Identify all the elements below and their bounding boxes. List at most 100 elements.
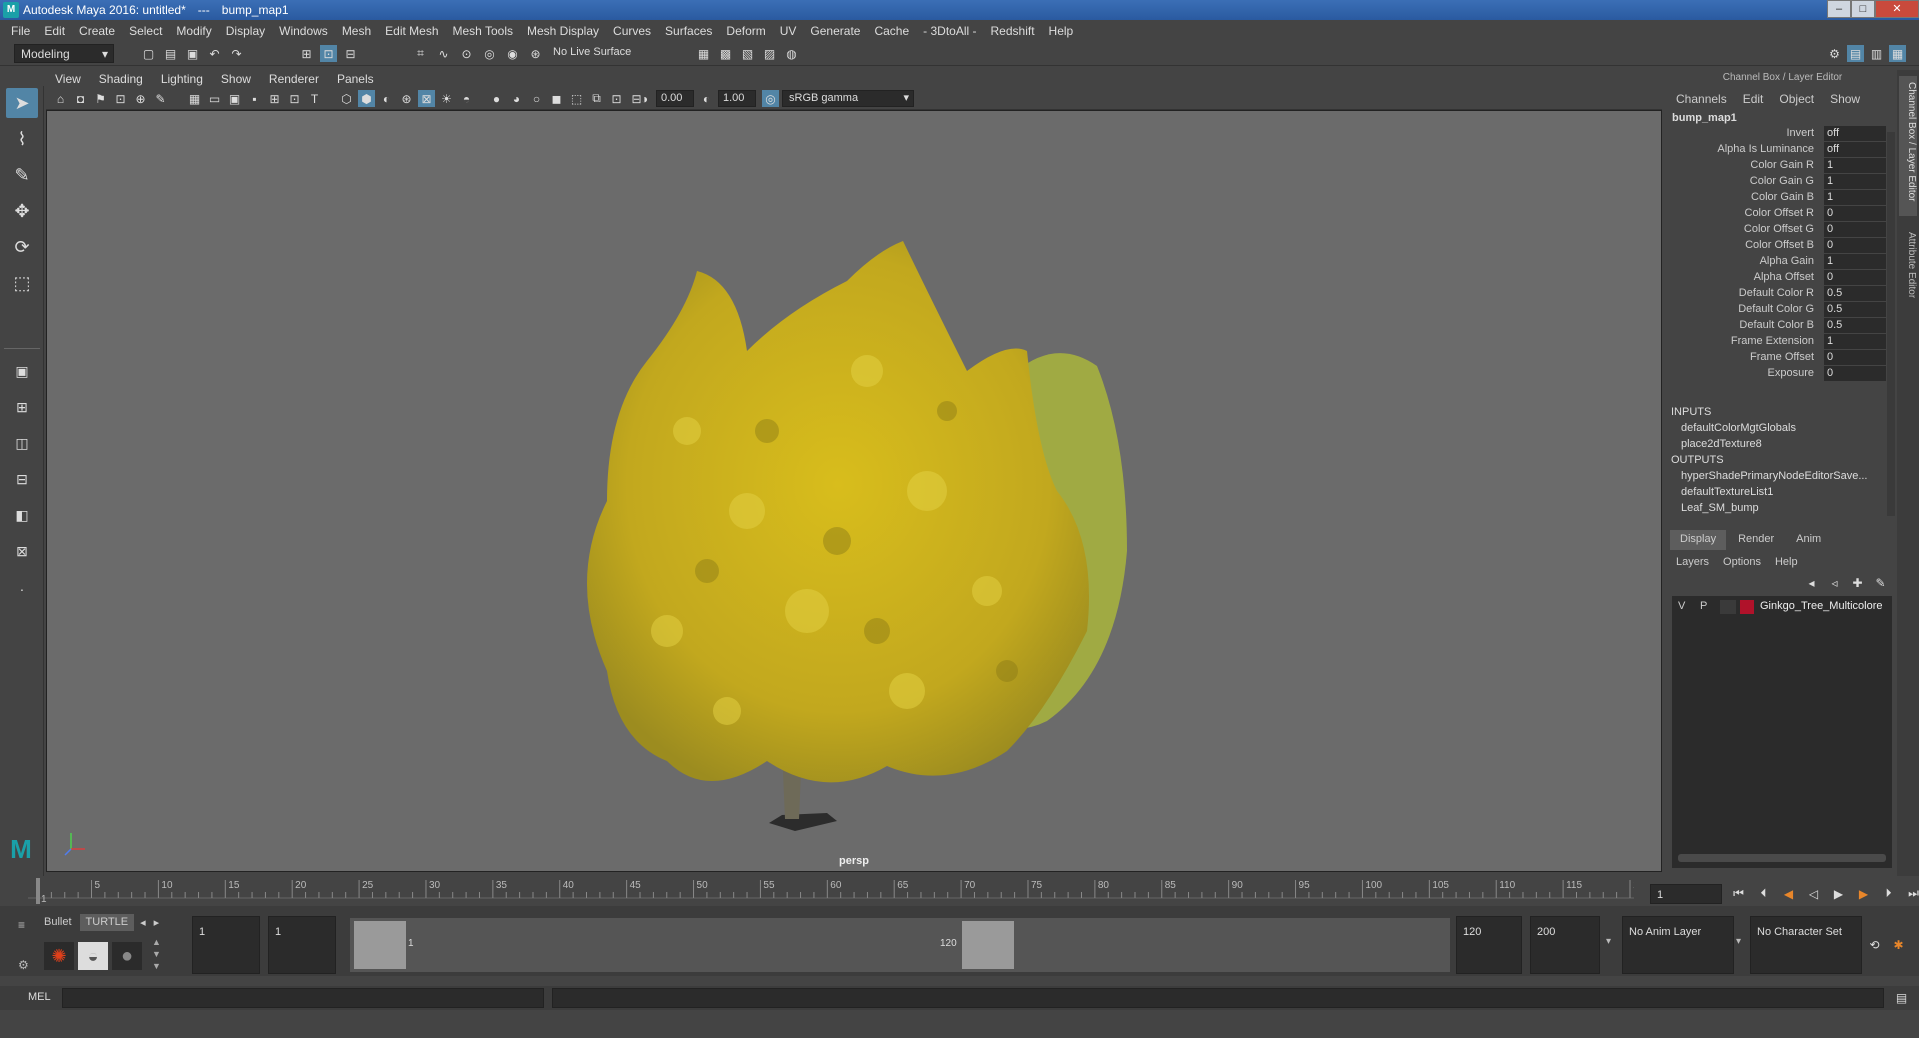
attr-row[interactable]: Exposure 0 bbox=[1672, 366, 1889, 382]
minimize-button[interactable]: – bbox=[1827, 0, 1851, 18]
gate-mask-icon[interactable]: ▪ bbox=[246, 90, 263, 107]
attr-value[interactable]: 1 bbox=[1824, 174, 1886, 189]
maximize-button[interactable]: □ bbox=[1851, 0, 1875, 18]
four-view-layout-icon[interactable]: ⊞ bbox=[6, 392, 38, 422]
resolution-gate-icon[interactable]: ▣ bbox=[226, 90, 243, 107]
anim-layer-field[interactable]: No Anim Layer bbox=[1622, 916, 1734, 974]
attr-value[interactable]: 0 bbox=[1824, 270, 1886, 285]
input-node[interactable]: place2dTexture8 bbox=[1681, 438, 1762, 450]
bookmark-icon[interactable]: ⚑ bbox=[92, 90, 109, 107]
snap-surface-icon[interactable]: ◉ bbox=[504, 45, 521, 62]
menu-display[interactable]: Display bbox=[219, 24, 272, 38]
menu-3dtoall[interactable]: - 3DtoAll - bbox=[916, 24, 983, 38]
attr-value[interactable]: 0.5 bbox=[1824, 286, 1886, 301]
attr-row[interactable]: Default Color G 0.5 bbox=[1672, 302, 1889, 318]
persp-outliner-layout-icon[interactable]: ◫ bbox=[6, 428, 38, 458]
shelf-tab-bullet[interactable]: Bullet bbox=[40, 914, 76, 931]
step-back-key-icon[interactable]: ⏴ bbox=[1755, 885, 1772, 902]
rotate-tool-icon[interactable]: ⟳ bbox=[6, 232, 38, 262]
menu-deform[interactable]: Deform bbox=[719, 24, 772, 38]
step-forward-key-icon[interactable]: ⏵ bbox=[1880, 885, 1897, 902]
open-scene-icon[interactable]: ▤ bbox=[162, 45, 179, 62]
custom-layout-icon[interactable]: · bbox=[6, 574, 38, 604]
attr-row[interactable]: Color Gain G 1 bbox=[1672, 174, 1889, 190]
attr-row[interactable]: Default Color R 0.5 bbox=[1672, 286, 1889, 302]
panel-menu-show[interactable]: Show bbox=[212, 72, 260, 86]
render-view-icon[interactable]: ▦ bbox=[695, 45, 712, 62]
animation-end-field[interactable]: 200 bbox=[1530, 916, 1600, 974]
shelf-tab-prev-icon[interactable]: ◂ bbox=[138, 914, 148, 931]
channel-box-scrollbar[interactable] bbox=[1887, 132, 1895, 516]
menu-edit[interactable]: Edit bbox=[37, 24, 72, 38]
shelf-menu-icon[interactable]: ≡ bbox=[18, 918, 30, 932]
channel-menu-object[interactable]: Object bbox=[1779, 92, 1814, 110]
layer-row[interactable]: V P Ginkgo_Tree_Multicolore bbox=[1672, 598, 1892, 616]
play-forwards-icon[interactable]: ▶ bbox=[1830, 885, 1847, 902]
menu-create[interactable]: Create bbox=[72, 24, 122, 38]
select-object-icon[interactable]: ⊡ bbox=[320, 45, 337, 62]
camera-select-icon[interactable]: ⌂ bbox=[52, 90, 69, 107]
character-set-field[interactable]: No Character Set bbox=[1750, 916, 1862, 974]
menu-windows[interactable]: Windows bbox=[272, 24, 335, 38]
script-editor-icon[interactable]: ▤ bbox=[1893, 989, 1910, 1006]
attr-row[interactable]: Alpha Is Luminance off bbox=[1672, 142, 1889, 158]
select-tool-icon[interactable]: ➤ bbox=[6, 88, 38, 118]
camera-attributes-icon[interactable]: ◘ bbox=[72, 90, 89, 107]
exposure-field[interactable]: 0.00 bbox=[656, 90, 694, 107]
animation-start-field[interactable]: 1 bbox=[192, 916, 260, 974]
play-backwards-icon[interactable]: ◁ bbox=[1805, 885, 1822, 902]
layer-menu-options[interactable]: Options bbox=[1723, 556, 1761, 568]
save-scene-icon[interactable]: ▣ bbox=[184, 45, 201, 62]
turtle-render-icon[interactable]: ✺ bbox=[44, 942, 74, 970]
move-layer-up-icon[interactable]: ◂ bbox=[1803, 574, 1820, 591]
playback-end-field[interactable]: 120 bbox=[1456, 916, 1522, 974]
attr-value[interactable]: 1 bbox=[1824, 254, 1886, 269]
close-button[interactable]: ✕ bbox=[1875, 0, 1919, 18]
auto-key-icon[interactable]: ⟲ bbox=[1866, 936, 1883, 953]
paint-select-tool-icon[interactable]: ✎ bbox=[6, 160, 38, 190]
go-to-start-icon[interactable]: ⏮ bbox=[1730, 885, 1747, 902]
new-scene-icon[interactable]: ▢ bbox=[140, 45, 157, 62]
script-language-toggle[interactable]: MEL bbox=[28, 991, 51, 1003]
menu-mesh[interactable]: Mesh bbox=[335, 24, 378, 38]
attr-row[interactable]: Invert off bbox=[1672, 126, 1889, 142]
shadows-icon[interactable]: ◓ bbox=[458, 90, 475, 107]
menu-mesh-tools[interactable]: Mesh Tools bbox=[446, 24, 520, 38]
safe-title-icon[interactable]: T bbox=[306, 90, 323, 107]
go-to-end-icon[interactable]: ⏭ bbox=[1905, 885, 1919, 902]
move-tool-icon[interactable]: ✥ bbox=[6, 196, 38, 226]
attr-row[interactable]: Default Color B 0.5 bbox=[1672, 318, 1889, 334]
anti-aliasing-icon[interactable]: ○ bbox=[528, 90, 545, 107]
render-frame-icon[interactable]: ▩ bbox=[717, 45, 734, 62]
channel-box-toggle-icon[interactable]: ▦ bbox=[1889, 45, 1906, 62]
attr-row[interactable]: Color Gain B 1 bbox=[1672, 190, 1889, 206]
attr-value[interactable]: 0.5 bbox=[1824, 302, 1886, 317]
snap-grid-icon[interactable]: ⌗ bbox=[412, 45, 429, 62]
single-perspective-layout-icon[interactable]: ▣ bbox=[6, 356, 38, 386]
menu-mesh-display[interactable]: Mesh Display bbox=[520, 24, 606, 38]
snap-curve-icon[interactable]: ∿ bbox=[435, 45, 452, 62]
scale-tool-icon[interactable]: ⬚ bbox=[6, 268, 38, 298]
live-surface-field[interactable]: No Live Surface bbox=[553, 46, 631, 58]
exposure-icon[interactable]: ◑ bbox=[636, 90, 653, 107]
xray-icon[interactable]: ⧉ bbox=[588, 90, 605, 107]
depth-of-field-icon[interactable]: ◼ bbox=[548, 90, 565, 107]
attr-value[interactable]: off bbox=[1824, 142, 1886, 157]
output-node[interactable]: defaultTextureList1 bbox=[1681, 486, 1773, 498]
grease-pencil-icon[interactable]: ✎ bbox=[152, 90, 169, 107]
color-management-icon[interactable]: ◎ bbox=[762, 90, 779, 107]
motion-blur-icon[interactable]: ◕ bbox=[508, 90, 525, 107]
attr-value[interactable]: 0 bbox=[1824, 206, 1886, 221]
attr-row[interactable]: Alpha Offset 0 bbox=[1672, 270, 1889, 286]
layer-type-toggle[interactable] bbox=[1720, 600, 1736, 614]
layer-visibility-toggle[interactable]: V bbox=[1678, 600, 1685, 612]
default-material-icon[interactable]: ◐ bbox=[378, 90, 395, 107]
layer-menu-help[interactable]: Help bbox=[1775, 556, 1798, 568]
menu-redshift[interactable]: Redshift bbox=[984, 24, 1042, 38]
layer-list-h-scrollbar[interactable] bbox=[1678, 854, 1886, 862]
panel-menu-renderer[interactable]: Renderer bbox=[260, 72, 328, 86]
wireframe-on-shaded-icon[interactable]: ⊛ bbox=[398, 90, 415, 107]
lasso-tool-icon[interactable]: ⌇ bbox=[6, 124, 38, 154]
ipr-render-icon[interactable]: ▧ bbox=[739, 45, 756, 62]
perspective-viewport[interactable]: persp bbox=[46, 110, 1662, 872]
